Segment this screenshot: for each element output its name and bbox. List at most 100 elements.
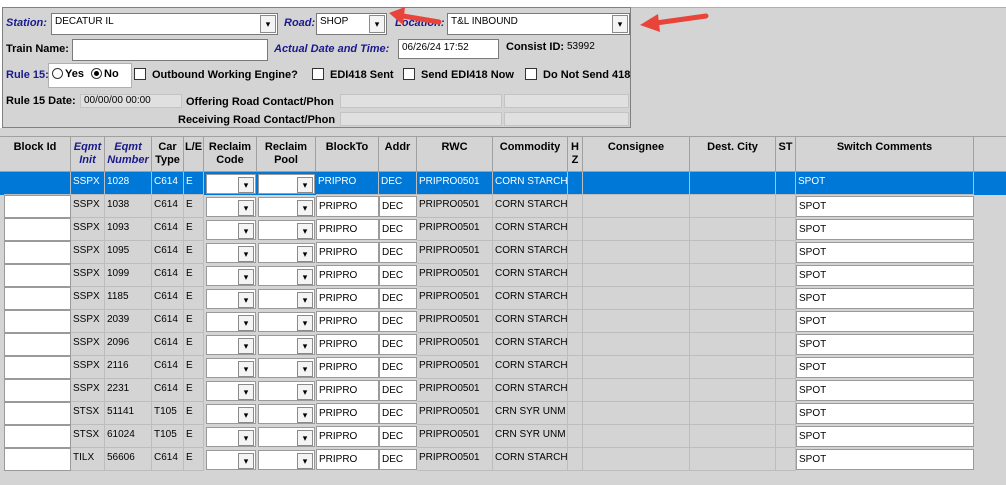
col-eqmt-number[interactable]: Eqmt Number: [105, 137, 152, 173]
col-rwc[interactable]: RWC: [417, 137, 493, 173]
col-block-id[interactable]: Block Id: [0, 137, 71, 173]
reclaim-code-dropdown[interactable]: ▾: [206, 358, 256, 378]
table-row[interactable]: SSPX 2116 C614 E PRIPRO DEC PRIPRO0501 CORN STA…: [0, 356, 1006, 379]
cell-block-to[interactable]: PRIPRO: [316, 265, 379, 286]
cell-switch-comments[interactable]: SPOT: [796, 172, 974, 195]
block-id-input[interactable]: [4, 241, 71, 264]
chevron-down-icon[interactable]: ▾: [297, 384, 313, 400]
chevron-down-icon[interactable]: ▾: [612, 15, 628, 33]
chevron-down-icon[interactable]: ▾: [297, 338, 313, 354]
cell-switch-comments[interactable]: SPOT: [796, 449, 974, 470]
table-row[interactable]: SSPX 2096 C614 E PRIPRO DEC PRIPRO0501 CORN STA…: [0, 333, 1006, 356]
location-dropdown[interactable]: T&L INBOUND ▾: [447, 13, 630, 35]
col-block-to[interactable]: BlockTo: [316, 137, 379, 173]
col-st[interactable]: ST: [776, 137, 796, 173]
train-name-input[interactable]: [72, 39, 268, 61]
reclaim-pool-dropdown[interactable]: ▾: [258, 335, 315, 355]
cell-addr[interactable]: DEC: [379, 449, 417, 470]
cell-block-to[interactable]: PRIPRO: [316, 242, 379, 263]
block-id-input[interactable]: [4, 218, 71, 241]
block-id-input[interactable]: [4, 287, 71, 310]
col-reclaim-pool[interactable]: Reclaim Pool: [257, 137, 316, 173]
table-row[interactable]: SSPX 1095 C614 E PRIPRO DEC PRIPRO0501 CORN STA…: [0, 241, 1006, 264]
cell-addr[interactable]: DEC: [379, 242, 417, 263]
cell-addr[interactable]: DEC: [379, 380, 417, 401]
reclaim-code-dropdown[interactable]: ▾: [206, 174, 256, 194]
table-row[interactable]: SSPX 1099 C614 E PRIPRO DEC PRIPRO0501 CORN STA…: [0, 264, 1006, 287]
chevron-down-icon[interactable]: ▾: [238, 453, 254, 469]
col-switch-comments[interactable]: Switch Comments: [796, 137, 974, 173]
block-id-input[interactable]: [4, 310, 71, 333]
cell-addr[interactable]: DEC: [379, 403, 417, 424]
cell-switch-comments[interactable]: SPOT: [796, 242, 974, 263]
rule15-yes-radio[interactable]: [52, 68, 63, 79]
table-row[interactable]: SSPX 1028 C614 E PRIPRO DEC PRIPRO0501 CORN STA…: [0, 172, 1006, 195]
chevron-down-icon[interactable]: ▾: [260, 15, 276, 33]
actual-date-time-input[interactable]: 06/26/24 17:52: [398, 39, 499, 59]
reclaim-pool-dropdown[interactable]: ▾: [258, 404, 315, 424]
table-row[interactable]: SSPX 1093 C614 E PRIPRO DEC PRIPRO0501 CORN STA…: [0, 218, 1006, 241]
chevron-down-icon[interactable]: ▾: [238, 407, 254, 423]
reclaim-pool-dropdown[interactable]: ▾: [258, 197, 315, 217]
block-id-input[interactable]: [4, 448, 71, 471]
chevron-down-icon[interactable]: ▾: [238, 384, 254, 400]
cell-addr[interactable]: DEC: [379, 357, 417, 378]
block-id-input[interactable]: [4, 172, 71, 195]
reclaim-pool-dropdown[interactable]: ▾: [258, 381, 315, 401]
cell-switch-comments[interactable]: SPOT: [796, 288, 974, 309]
cell-switch-comments[interactable]: SPOT: [796, 311, 974, 332]
table-row[interactable]: STSX 51141 T105 E PRIPRO DEC PRIPRO0501 CRN SYR…: [0, 402, 1006, 425]
block-id-input[interactable]: [4, 425, 71, 448]
col-reclaim-code[interactable]: Reclaim Code: [204, 137, 257, 173]
chevron-down-icon[interactable]: ▾: [238, 338, 254, 354]
col-dest-city[interactable]: Dest. City: [690, 137, 776, 173]
outbound-engine-checkbox[interactable]: [134, 68, 146, 80]
cell-switch-comments[interactable]: SPOT: [796, 403, 974, 424]
cell-switch-comments[interactable]: SPOT: [796, 265, 974, 286]
cell-block-to[interactable]: PRIPRO: [316, 426, 379, 447]
send-edi418-checkbox[interactable]: [403, 68, 415, 80]
cell-addr[interactable]: DEC: [379, 172, 417, 195]
reclaim-code-dropdown[interactable]: ▾: [206, 243, 256, 263]
chevron-down-icon[interactable]: ▾: [297, 246, 313, 262]
reclaim-code-dropdown[interactable]: ▾: [206, 197, 256, 217]
station-dropdown[interactable]: DECATUR IL ▾: [51, 13, 278, 35]
reclaim-code-dropdown[interactable]: ▾: [206, 266, 256, 286]
edi418-sent-checkbox[interactable]: [312, 68, 324, 80]
reclaim-pool-dropdown[interactable]: ▾: [258, 243, 315, 263]
cell-addr[interactable]: DEC: [379, 288, 417, 309]
cell-addr[interactable]: DEC: [379, 219, 417, 240]
reclaim-pool-dropdown[interactable]: ▾: [258, 358, 315, 378]
block-id-input[interactable]: [4, 402, 71, 425]
cell-switch-comments[interactable]: SPOT: [796, 426, 974, 447]
reclaim-code-dropdown[interactable]: ▾: [206, 335, 256, 355]
cell-addr[interactable]: DEC: [379, 334, 417, 355]
reclaim-code-dropdown[interactable]: ▾: [206, 381, 256, 401]
block-id-input[interactable]: [4, 356, 71, 379]
road-dropdown[interactable]: SHOP ▾: [316, 13, 387, 35]
block-id-input[interactable]: [4, 379, 71, 402]
chevron-down-icon[interactable]: ▾: [297, 407, 313, 423]
chevron-down-icon[interactable]: ▾: [238, 361, 254, 377]
cell-switch-comments[interactable]: SPOT: [796, 334, 974, 355]
cell-block-to[interactable]: PRIPRO: [316, 403, 379, 424]
block-id-input[interactable]: [4, 333, 71, 356]
chevron-down-icon[interactable]: ▾: [238, 246, 254, 262]
chevron-down-icon[interactable]: ▾: [238, 315, 254, 331]
col-commodity[interactable]: Commodity: [493, 137, 568, 173]
chevron-down-icon[interactable]: ▾: [297, 200, 313, 216]
reclaim-pool-dropdown[interactable]: ▾: [258, 450, 315, 470]
reclaim-code-dropdown[interactable]: ▾: [206, 312, 256, 332]
col-car-type[interactable]: Car Type: [152, 137, 184, 173]
cell-addr[interactable]: DEC: [379, 196, 417, 217]
chevron-down-icon[interactable]: ▾: [297, 430, 313, 446]
chevron-down-icon[interactable]: ▾: [238, 269, 254, 285]
cell-block-to[interactable]: PRIPRO: [316, 449, 379, 470]
chevron-down-icon[interactable]: ▾: [297, 361, 313, 377]
col-le[interactable]: L/E: [184, 137, 204, 173]
do-not-send-418-checkbox[interactable]: [525, 68, 537, 80]
cell-block-to[interactable]: PRIPRO: [316, 380, 379, 401]
reclaim-pool-dropdown[interactable]: ▾: [258, 312, 315, 332]
reclaim-code-dropdown[interactable]: ▾: [206, 404, 256, 424]
chevron-down-icon[interactable]: ▾: [297, 223, 313, 239]
